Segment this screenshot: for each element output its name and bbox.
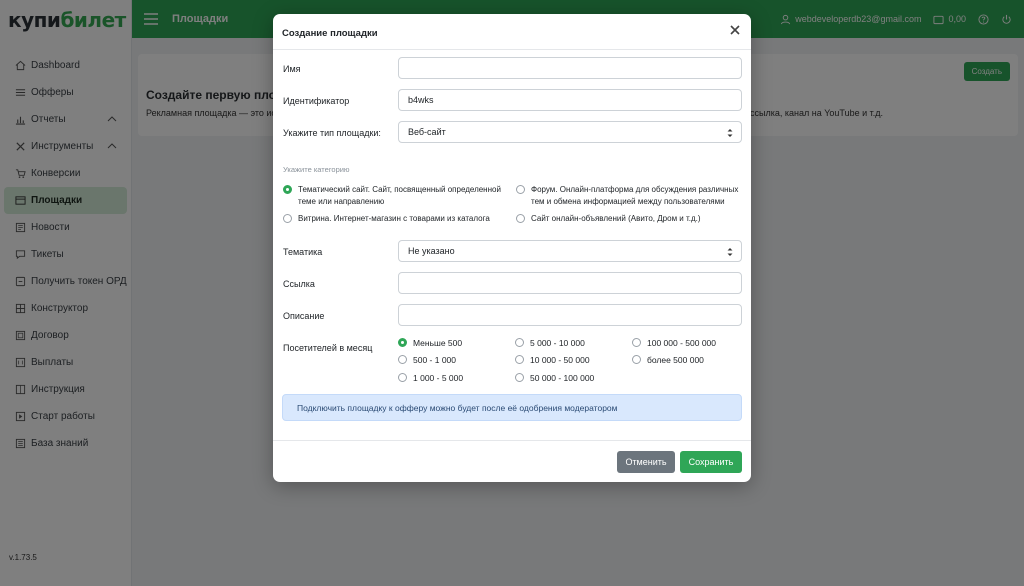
select-arrows-icon <box>727 129 733 137</box>
option-label: 5 000 - 10 000 <box>530 338 585 348</box>
option-label: Форум. Онлайн-платформа для обсуждения р… <box>531 184 738 208</box>
modal-footer: Отменить Сохранить <box>273 440 751 482</box>
radio-unchecked <box>398 355 407 364</box>
option-label: более 500 000 <box>647 355 704 365</box>
radio-unchecked <box>632 338 641 347</box>
visitors-option-100000-500000[interactable]: 100 000 - 500 000 <box>632 337 716 349</box>
option-label: Сайт онлайн-объявлений (Авито, Дром и т.… <box>531 214 701 223</box>
category-option-showcase[interactable]: Витрина. Интернет-магазин с товарами из … <box>283 213 490 225</box>
select-arrows-icon <box>727 248 733 256</box>
option-line: тем и обмена информацией между пользоват… <box>531 197 725 206</box>
modal-header: Создание площадки <box>273 14 751 50</box>
name-label: Имя <box>283 64 301 74</box>
link-label: Ссылка <box>283 279 315 289</box>
option-label: Витрина. Интернет-магазин с товарами из … <box>298 214 490 223</box>
moderation-info-alert: Подключить площадку к офферу можно будет… <box>282 394 742 421</box>
modal-title: Создание площадки <box>282 28 378 39</box>
identifier-value: b4wks <box>408 95 434 105</box>
radio-checked <box>398 338 407 347</box>
visitors-option-lt-500[interactable]: Меньше 500 <box>398 337 462 349</box>
visitors-option-50000-100000[interactable]: 50 000 - 100 000 <box>515 372 594 384</box>
option-label: 1 000 - 5 000 <box>413 373 464 383</box>
visitors-label: Посетителей в месяц <box>283 343 373 353</box>
radio-unchecked <box>283 214 292 223</box>
close-icon <box>730 25 740 35</box>
visitors-option-10000-50000[interactable]: 10 000 - 50 000 <box>515 354 590 366</box>
description-label: Описание <box>283 311 325 321</box>
radio-checked <box>283 185 292 194</box>
option-label: 500 - 1 000 <box>413 355 457 365</box>
cancel-button[interactable]: Отменить <box>617 451 675 473</box>
link-input[interactable] <box>398 272 742 294</box>
radio-unchecked <box>515 355 524 364</box>
visitors-option-gt-500000[interactable]: более 500 000 <box>632 354 704 366</box>
radio-unchecked <box>398 373 407 382</box>
option-line: теме или направлению <box>298 197 385 206</box>
option-label: 100 000 - 500 000 <box>647 338 717 348</box>
theme-label: Тематика <box>283 247 323 257</box>
option-label: 50 000 - 100 000 <box>530 373 595 383</box>
radio-unchecked <box>515 338 524 347</box>
save-button[interactable]: Сохранить <box>680 451 742 473</box>
category-option-classifieds[interactable]: Сайт онлайн-объявлений (Авито, Дром и т.… <box>516 213 701 225</box>
category-option-forum[interactable]: Форум. Онлайн-платформа для обсуждения р… <box>516 184 738 208</box>
identifier-input[interactable]: b4wks <box>398 89 742 111</box>
radio-unchecked <box>632 355 641 364</box>
radio-unchecked <box>515 373 524 382</box>
category-option-thematic[interactable]: Тематический сайт. Сайт, посвященный опр… <box>283 184 501 208</box>
description-input[interactable] <box>398 304 742 326</box>
visitors-option-500-1000[interactable]: 500 - 1 000 <box>398 354 456 366</box>
type-select[interactable]: Веб-сайт <box>398 121 742 143</box>
category-hint: Укажите категорию <box>283 165 350 174</box>
option-line: Форум. Онлайн-платформа для обсуждения р… <box>531 185 739 194</box>
create-platform-modal: Создание площадки Имя Идентификатор b4wk… <box>273 14 751 482</box>
option-label: Меньше 500 <box>413 338 463 348</box>
theme-select[interactable]: Не указано <box>398 240 742 262</box>
option-line: Тематический сайт. Сайт, посвященный опр… <box>298 185 501 194</box>
type-label: Укажите тип площадки: <box>283 128 381 138</box>
visitors-option-5000-10000[interactable]: 5 000 - 10 000 <box>515 337 585 349</box>
visitors-option-1000-5000[interactable]: 1 000 - 5 000 <box>398 372 463 384</box>
option-label: 10 000 - 50 000 <box>530 355 590 365</box>
theme-select-value: Не указано <box>408 246 455 256</box>
type-select-value: Веб-сайт <box>408 127 446 137</box>
name-input[interactable] <box>398 57 742 79</box>
radio-unchecked <box>516 185 525 194</box>
close-button[interactable] <box>730 25 742 37</box>
radio-unchecked <box>516 214 525 223</box>
option-label: Тематический сайт. Сайт, посвященный опр… <box>298 184 501 208</box>
identifier-label: Идентификатор <box>283 96 350 106</box>
